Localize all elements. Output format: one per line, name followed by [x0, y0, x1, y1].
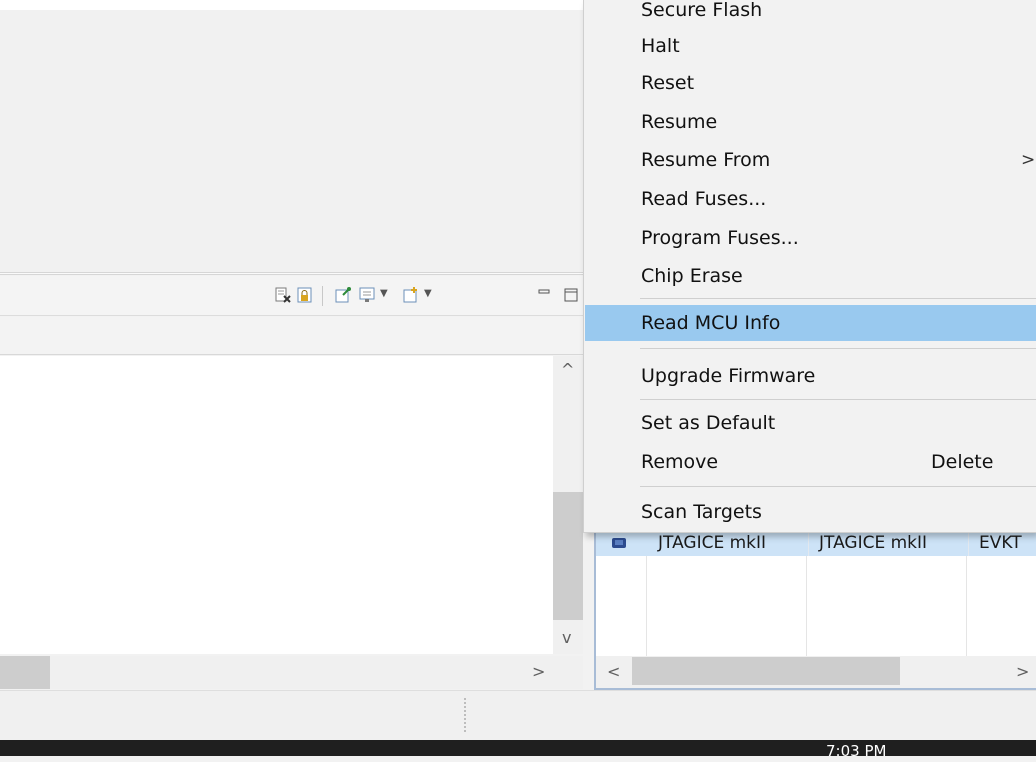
menu-item-scan-targets[interactable]: Scan Targets — [585, 494, 1036, 530]
maximize-icon[interactable] — [562, 286, 580, 304]
menu-item-resume[interactable]: Resume — [585, 104, 1036, 140]
menu-separator — [640, 399, 1036, 400]
scroll-right-icon[interactable]: > — [532, 664, 545, 680]
menu-item-remove[interactable]: Remove Delete — [585, 444, 1036, 480]
table-scroll-right-icon[interactable]: > — [1016, 664, 1029, 680]
menu-separator — [640, 348, 1036, 349]
clear-console-icon[interactable] — [274, 286, 292, 304]
menu-separator — [640, 298, 1036, 299]
status-bar — [0, 690, 1036, 740]
menu-item-label: Set as Default — [641, 412, 776, 434]
scroll-left-icon[interactable]: < — [607, 664, 620, 680]
menu-item-label: Read MCU Info — [641, 312, 781, 334]
taskbar-clock[interactable]: 7:03 PM — [826, 740, 886, 762]
view-toolbar: ▼ ▼ — [0, 276, 600, 316]
scroll-up-icon[interactable]: ^ — [561, 362, 574, 378]
menu-item-label: Halt — [641, 35, 680, 57]
menu-item-secure-flash[interactable]: Secure Flash — [585, 0, 1036, 28]
table-horizontal-scroll-thumb[interactable] — [632, 657, 900, 685]
menu-item-label: Read Fuses... — [641, 188, 767, 210]
table-cell-tool: JTAGICE mkII — [658, 533, 767, 553]
open-console-icon[interactable] — [402, 286, 420, 304]
menu-item-set-as-default[interactable]: Set as Default — [585, 405, 1036, 441]
menu-separator — [640, 486, 1036, 487]
lock-scroll-icon[interactable] — [296, 286, 314, 304]
menu-item-halt[interactable]: Halt — [585, 28, 1036, 64]
open-console-dropdown-icon[interactable]: ▼ — [424, 288, 432, 299]
table-row[interactable]: JTAGICE mkII JTAGICE mkII EVKT — [596, 530, 1036, 556]
display-console-dropdown-icon[interactable]: ▼ — [380, 288, 388, 299]
sash-divider[interactable] — [0, 272, 600, 275]
table-cell-device: EVKT — [968, 530, 1036, 556]
menu-item-label: Reset — [641, 72, 695, 94]
table-cell-tool-name: JTAGICE mkII — [808, 530, 968, 556]
horizontal-scroll-thumb[interactable] — [0, 656, 50, 689]
menu-item-resume-from[interactable]: Resume From > — [585, 142, 1036, 178]
menu-item-reset[interactable]: Reset — [585, 65, 1036, 101]
menu-item-label: Program Fuses... — [641, 227, 799, 249]
menu-item-label: Resume — [641, 111, 718, 133]
status-bar-grip[interactable] — [464, 698, 466, 732]
menu-item-label: Resume From — [641, 149, 771, 171]
console-output[interactable] — [0, 356, 553, 654]
console-header — [0, 317, 600, 355]
context-menu: Secure Flash Halt Reset Resume Resume Fr… — [583, 0, 1036, 533]
menu-item-label: Remove — [641, 451, 719, 473]
menu-item-label: Secure Flash — [641, 0, 763, 21]
vertical-scroll-thumb[interactable] — [553, 492, 583, 620]
menu-item-label: Upgrade Firmware — [641, 365, 816, 387]
menu-item-upgrade-firmware[interactable]: Upgrade Firmware — [585, 358, 1036, 394]
horizontal-scrollbar[interactable] — [0, 656, 583, 689]
menu-item-read-mcu-info[interactable]: Read MCU Info — [585, 305, 1036, 341]
menu-item-label: Scan Targets — [641, 501, 762, 523]
toolbar-separator — [322, 286, 323, 306]
menu-item-label: Chip Erase — [641, 265, 743, 287]
tool-device-icon — [612, 538, 626, 548]
menu-item-shortcut: Delete — [931, 451, 994, 473]
scroll-down-icon[interactable]: v — [562, 630, 571, 646]
menu-item-program-fuses[interactable]: Program Fuses... — [585, 220, 1036, 256]
minimize-icon[interactable] — [536, 286, 554, 304]
menu-item-read-fuses[interactable]: Read Fuses... — [585, 181, 1036, 217]
submenu-chevron-icon: > — [1021, 150, 1036, 170]
display-console-icon[interactable] — [358, 286, 376, 304]
menu-item-chip-erase[interactable]: Chip Erase — [585, 258, 1036, 294]
pin-console-icon[interactable] — [334, 286, 352, 304]
